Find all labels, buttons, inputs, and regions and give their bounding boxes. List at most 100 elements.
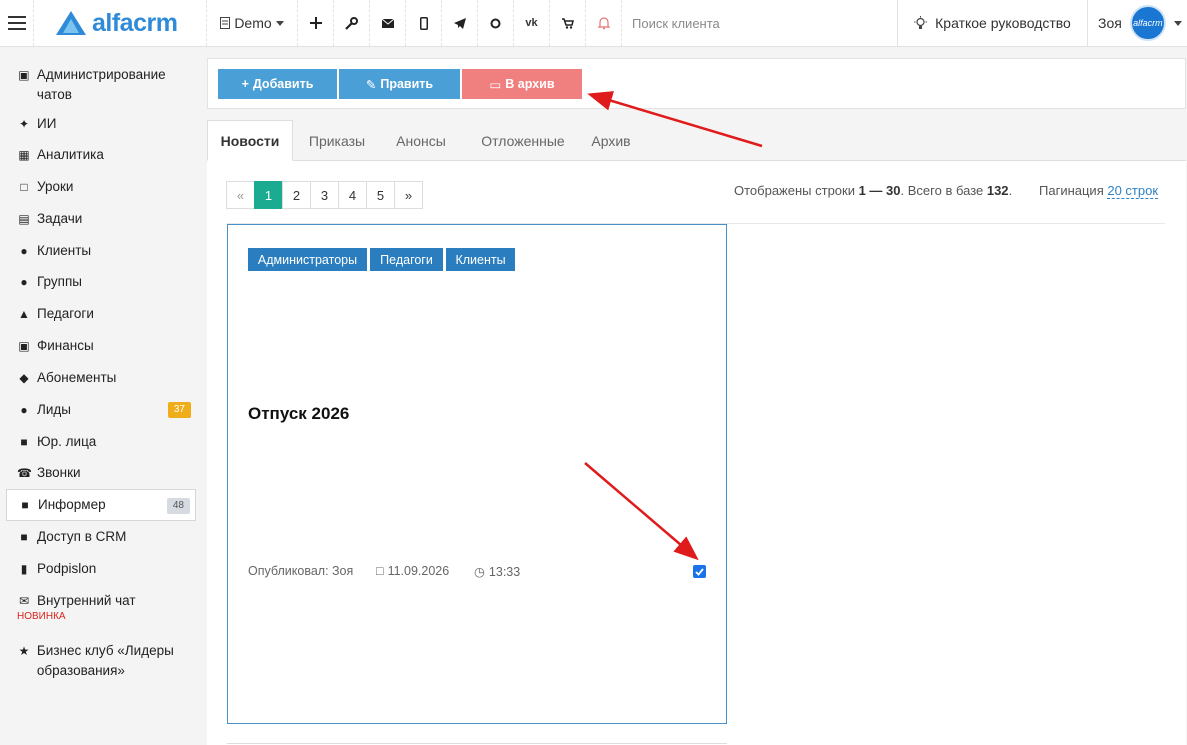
avatar: alfacrm (1129, 5, 1166, 41)
plus-icon (309, 17, 322, 29)
checkmark-icon (695, 567, 704, 576)
sidebar-item-legal-entities[interactable]: ■ Юр. лица (6, 432, 196, 452)
sidebar-item-chat-admin[interactable]: ▣ Администрирование чатов (6, 65, 196, 105)
sidebar-item-calls[interactable]: ☎ Звонки (6, 463, 196, 483)
tab-announcements[interactable]: Анонсы (385, 120, 457, 161)
branch-selector[interactable]: Demo (207, 0, 298, 46)
search-placeholder: Поиск клиента (632, 15, 720, 31)
tab-archive[interactable]: Архив (585, 120, 637, 161)
news-date: □ 11.09.2026 (376, 564, 449, 578)
briefcase-icon: ■ (20, 435, 28, 449)
sidebar-item-label: Podpislon (37, 561, 97, 576)
edit-button[interactable]: ✎ Править (339, 69, 460, 99)
sidebar-item-label: Аналитика (37, 147, 104, 162)
tab-orders[interactable]: Приказы (299, 120, 375, 161)
rows-info: Отображены строки 1 — 30. Всего в базе 1… (734, 183, 1012, 198)
calendar-icon: □ (376, 564, 384, 578)
clipboard-icon: ▤ (18, 212, 30, 226)
rows-range: 1 — 30 (858, 183, 901, 198)
sidebar-item-leads[interactable]: ● Лиды 37 (6, 400, 196, 420)
sidebar-item-crm-access[interactable]: ■ Доступ в CRM (6, 527, 196, 547)
users-icon: ● (20, 275, 28, 289)
pager-next[interactable]: » (394, 181, 423, 209)
graduation-cap-icon: ▲ (18, 307, 30, 321)
informer-count-badge: 48 (166, 498, 190, 514)
quick-guide-label: Краткое руководство (935, 15, 1071, 31)
settings-button[interactable] (334, 0, 370, 46)
document-icon (220, 17, 231, 29)
sidebar-item-business-club[interactable]: ★ Бизнес клуб «Лидеры образования» (6, 641, 196, 681)
trash-icon: ▭ (489, 77, 502, 92)
sidebar-item-teachers[interactable]: ▲ Педагоги (6, 304, 196, 324)
quick-guide-link[interactable]: Краткое руководство (898, 0, 1088, 46)
vk-icon: vk (525, 17, 538, 29)
news-title: Отпуск 2026 (248, 404, 350, 423)
informer-tabs: Новости Приказы Анонсы Отложенные Архив (207, 120, 1186, 161)
news-card[interactable]: Администраторы Педагоги Клиенты Отпуск 2… (227, 224, 727, 724)
sidebar-item-analytics[interactable]: ▦ Аналитика (6, 145, 196, 165)
sidebar-item-ai[interactable]: ✦ ИИ (6, 114, 196, 134)
mail-button[interactable] (370, 0, 406, 46)
new-badge: НОВИНКА (17, 611, 66, 622)
sidebar-item-groups[interactable]: ● Группы (6, 272, 196, 292)
user-menu[interactable]: Зоя alfacrm (1088, 0, 1187, 46)
tab-delayed[interactable]: Отложенные (469, 120, 577, 161)
client-search-input[interactable]: Поиск клиента (622, 0, 898, 46)
pager-prev[interactable]: « (226, 181, 255, 209)
branch-label: Demo (234, 15, 272, 31)
tab-news[interactable]: Новости (207, 120, 293, 161)
edit-button-label: Править (380, 77, 434, 91)
sidebar-item-label: Задачи (37, 211, 83, 226)
logo[interactable]: alfacrm (34, 0, 207, 46)
rows-info-suffix: . (1008, 183, 1013, 198)
pager-page[interactable]: 3 (310, 181, 339, 209)
sidebar-item-podpislon[interactable]: ▮ Podpislon (6, 559, 196, 579)
menu-toggle-button[interactable] (0, 0, 34, 46)
sidebar-item-finance[interactable]: ▣ Финансы (6, 336, 196, 356)
pager-page[interactable]: 5 (366, 181, 395, 209)
archive-button[interactable]: ▭ В архив (462, 69, 582, 99)
sidebar-item-label: Звонки (37, 465, 81, 480)
sidebar-item-informer[interactable]: ■ Информер 48 (6, 489, 196, 521)
sidebar-item-label: Уроки (37, 179, 74, 194)
wrench-icon (345, 16, 358, 30)
audience-tag: Педагоги (370, 248, 443, 271)
action-toolbar: + Добавить ✎ Править ▭ В архив (207, 58, 1186, 109)
add-quick-button[interactable] (298, 0, 334, 46)
user-plus-icon: ● (20, 403, 28, 417)
vk-button[interactable]: vk (514, 0, 550, 46)
leads-count-badge: 37 (167, 402, 191, 418)
telegram-button[interactable] (442, 0, 478, 46)
pencil-icon: ✎ (365, 77, 377, 92)
mobile-button[interactable] (406, 0, 442, 46)
whatsapp-button[interactable] (478, 0, 514, 46)
pager-page[interactable]: 1 (254, 181, 283, 209)
logo-icon (56, 11, 86, 35)
author-text: Опубликовал: Зоя (248, 564, 354, 578)
pager-page[interactable]: 4 (338, 181, 367, 209)
page-size-control: Пагинация 20 строк (1039, 183, 1159, 199)
sidebar-item-lessons[interactable]: □ Уроки (6, 177, 196, 197)
add-button[interactable]: + Добавить (218, 69, 337, 99)
pager-page[interactable]: 2 (282, 181, 311, 209)
calendar-icon: □ (20, 180, 28, 194)
sidebar-item-clients[interactable]: ● Клиенты (6, 241, 196, 261)
sidebar-item-subscriptions[interactable]: ◆ Абонементы (6, 368, 196, 388)
sidebar-item-label: Информер (38, 497, 106, 512)
sidebar-item-internal-chat[interactable]: ✉ Внутренний чат НОВИНКА (6, 591, 196, 623)
envelope-icon (381, 18, 394, 28)
plus-icon: + (241, 77, 249, 91)
user-icon: ● (20, 244, 28, 258)
cart-button[interactable] (550, 0, 586, 46)
lightbulb-icon (914, 16, 928, 29)
sidebar-item-label: Бизнес клуб «Лидеры образования» (36, 643, 174, 678)
news-time: ◷ 13:33 (474, 564, 520, 580)
mobile-icon (419, 16, 428, 30)
news-select-checkbox[interactable] (693, 565, 706, 578)
bell-icon (597, 16, 610, 29)
notifications-button[interactable] (586, 0, 622, 46)
audience-tag: Клиенты (446, 248, 515, 271)
clock-icon: ◷ (474, 565, 485, 579)
sidebar-item-tasks[interactable]: ▤ Задачи (6, 209, 196, 229)
page-size-selector[interactable]: 20 строк (1107, 183, 1159, 199)
